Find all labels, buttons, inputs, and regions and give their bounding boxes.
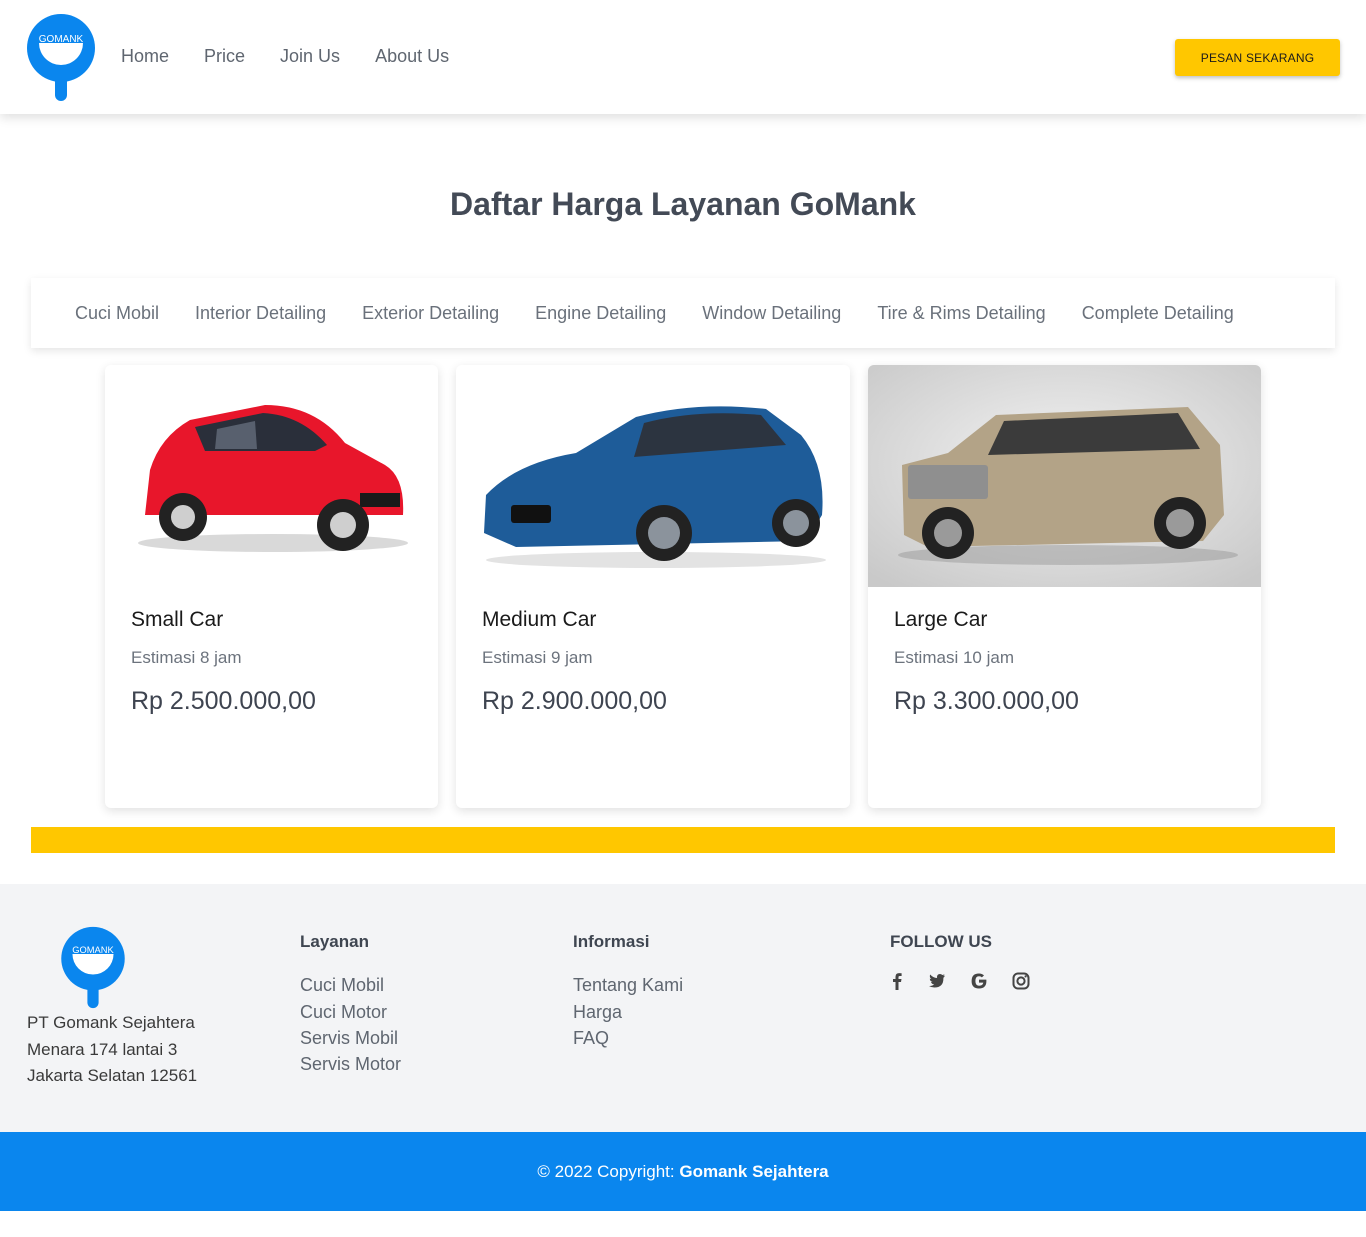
nav-join-us-link[interactable]: Join Us <box>280 46 340 67</box>
footer-link-tentang-kami[interactable]: Tentang Kami <box>573 975 683 996</box>
follow-us-heading: FOLLOW US <box>890 932 992 951</box>
twitter-icon[interactable] <box>925 970 947 992</box>
price-card-large[interactable]: Large Car Estimasi 10 jam Rp 3.300.000,0… <box>868 365 1261 808</box>
card-estimate: Estimasi 10 jam <box>894 648 1014 667</box>
copyright-bar: © 2022 Copyright: Gomank Sejahtera <box>0 1132 1366 1211</box>
yellow-divider-bar <box>31 827 1335 853</box>
facebook-icon[interactable] <box>886 970 908 992</box>
nav-about-us-link[interactable]: About Us <box>375 46 449 67</box>
informasi-heading: Informasi <box>573 932 650 951</box>
footer-link-servis-mobil[interactable]: Servis Mobil <box>300 1028 398 1049</box>
card-title: Small Car <box>131 608 224 631</box>
footer-link-faq[interactable]: FAQ <box>573 1028 609 1049</box>
address-line: Jakarta Selatan 12561 <box>27 1066 198 1085</box>
medium-car-image <box>484 406 826 568</box>
tab-tire-rims-detailing[interactable]: Tire & Rims Detailing <box>877 303 1045 324</box>
svg-text:GOMANK: GOMANK <box>39 34 84 45</box>
footer-logo[interactable]: GOMANK <box>60 926 126 1010</box>
card-estimate: Estimasi 8 jam <box>131 648 242 667</box>
card-price: Rp 3.300.000,00 <box>894 687 1079 715</box>
company-address: PT Gomank Sejahtera Menara 174 lantai 3 … <box>27 1010 197 1090</box>
tab-engine-detailing[interactable]: Engine Detailing <box>535 303 666 324</box>
card-price: Rp 2.500.000,00 <box>131 687 316 715</box>
gomank-logo[interactable]: GOMANK <box>26 13 96 103</box>
footer-link-cuci-mobil[interactable]: Cuci Mobil <box>300 975 384 996</box>
layanan-heading: Layanan <box>300 932 369 951</box>
google-icon[interactable] <box>968 970 990 992</box>
tab-interior-detailing[interactable]: Interior Detailing <box>195 303 326 324</box>
nav-price-link[interactable]: Price <box>204 46 245 67</box>
copyright-company: Gomank Sejahtera <box>679 1162 829 1181</box>
svg-text:GOMANK: GOMANK <box>72 945 114 955</box>
tab-cuci-mobil[interactable]: Cuci Mobil <box>75 303 159 324</box>
navbar: GOMANK Home Price Join Us About Us PESAN… <box>0 0 1366 114</box>
card-estimate: Estimasi 9 jam <box>482 648 593 667</box>
footer: GOMANK PT Gomank Sejahtera Menara 174 la… <box>0 884 1366 1132</box>
large-car-image <box>868 365 1261 587</box>
tab-exterior-detailing[interactable]: Exterior Detailing <box>362 303 499 324</box>
nav-home-link[interactable]: Home <box>121 46 169 67</box>
page-title: Daftar Harga Layanan GoMank <box>450 186 916 222</box>
instagram-icon[interactable] <box>1010 970 1032 992</box>
price-card-medium[interactable]: Medium Car Estimasi 9 jam Rp 2.900.000,0… <box>456 365 850 808</box>
service-tabs: Cuci Mobil Interior Detailing Exterior D… <box>31 278 1335 348</box>
card-title: Large Car <box>894 608 988 631</box>
order-now-button[interactable]: PESAN SEKARANG <box>1175 39 1340 76</box>
card-title: Medium Car <box>482 608 597 631</box>
main-nav: Home Price Join Us About Us <box>121 46 484 67</box>
card-price: Rp 2.900.000,00 <box>482 687 667 715</box>
tab-complete-detailing[interactable]: Complete Detailing <box>1082 303 1234 324</box>
small-car-image <box>138 405 408 552</box>
price-card-small[interactable]: Small Car Estimasi 8 jam Rp 2.500.000,00 <box>105 365 438 808</box>
copyright-text: © 2022 Copyright: <box>537 1162 680 1181</box>
address-line: Menara 174 lantai 3 <box>27 1039 178 1059</box>
footer-link-servis-motor[interactable]: Servis Motor <box>300 1054 401 1075</box>
tab-window-detailing[interactable]: Window Detailing <box>702 303 841 324</box>
address-line: PT Gomank Sejahtera <box>27 1013 195 1032</box>
footer-link-harga[interactable]: Harga <box>573 1002 622 1023</box>
footer-link-cuci-motor[interactable]: Cuci Motor <box>300 1002 387 1023</box>
